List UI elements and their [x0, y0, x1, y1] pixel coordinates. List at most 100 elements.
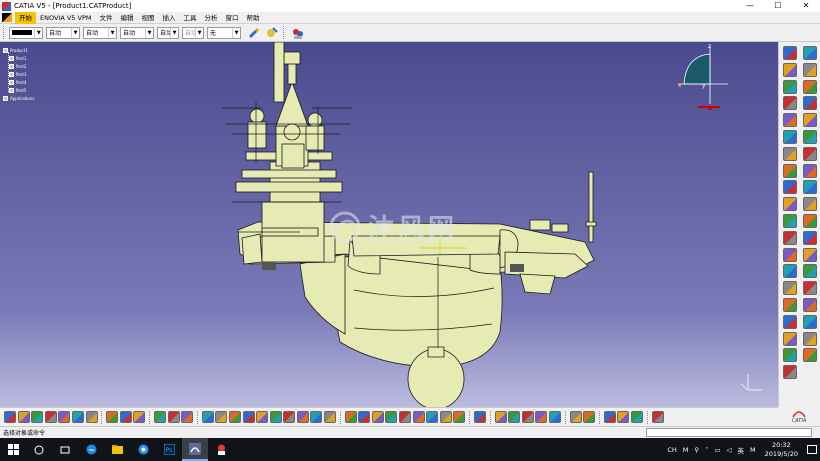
line-weight-combo[interactable]: 自动 ▼ — [83, 26, 117, 39]
toolbar-tool-icon[interactable] — [85, 411, 98, 423]
assembly-tool-icon[interactable] — [803, 348, 817, 363]
assembly-tool-icon[interactable] — [803, 331, 817, 346]
toolbar-tool-icon[interactable] — [106, 411, 119, 423]
toolbar-tool-icon[interactable] — [651, 411, 664, 423]
assembly-tool-icon[interactable] — [803, 62, 817, 77]
assembly-tool-icon[interactable] — [803, 247, 817, 262]
close-button[interactable]: ✕ — [792, 0, 820, 12]
toolbar-tool-icon[interactable] — [535, 411, 548, 423]
assembly-tool-icon[interactable] — [803, 297, 817, 312]
line-type-combo[interactable]: 自动 ▼ — [120, 26, 154, 39]
toolbar-tool-icon[interactable] — [494, 411, 507, 423]
toolbar-tool-icon[interactable] — [44, 411, 57, 423]
network-icon[interactable]: ▭ — [711, 446, 723, 454]
toolbar-tool-icon[interactable] — [4, 411, 16, 423]
assembly-tool-icon[interactable] — [783, 247, 797, 262]
assembly-tool-icon[interactable] — [803, 79, 817, 94]
layer-combo[interactable]: 无 ▼ — [207, 26, 241, 39]
assembly-tool-icon[interactable] — [783, 331, 797, 346]
assembly-tool-icon[interactable] — [783, 113, 797, 128]
toolbar-tool-icon[interactable] — [412, 411, 425, 423]
toolbar-tool-icon[interactable] — [583, 411, 596, 423]
catia-menu-logo-icon[interactable] — [2, 13, 12, 22]
toolbar-tool-icon[interactable] — [31, 411, 44, 423]
assembly-tool-icon[interactable] — [783, 163, 797, 178]
tray-ime-m2[interactable]: M — [747, 446, 759, 454]
assembly-tool-icon[interactable] — [783, 264, 797, 279]
toolbar-tool-icon[interactable] — [617, 411, 630, 423]
toolbar-tool-icon[interactable] — [242, 411, 255, 423]
menu-analyze[interactable]: 分析 — [200, 12, 221, 24]
catia-taskbar-icon[interactable] — [182, 438, 208, 461]
toolbar-tool-icon[interactable] — [71, 411, 84, 423]
properties-painter-icon[interactable] — [264, 26, 278, 40]
assembly-tool-icon[interactable] — [783, 365, 797, 380]
toolbar-tool-icon[interactable] — [344, 411, 357, 423]
search-icon[interactable] — [26, 438, 52, 461]
toolbar-tool-icon[interactable] — [119, 411, 132, 423]
assembly-tool-icon[interactable] — [803, 281, 817, 296]
toolbar-tool-icon[interactable] — [548, 411, 561, 423]
toolbar-tool-icon[interactable] — [358, 411, 371, 423]
chrome-icon[interactable] — [130, 438, 156, 461]
assembly-tool-icon[interactable] — [803, 180, 817, 195]
clock[interactable]: 20:32 2019/5/20 — [759, 441, 804, 459]
assembly-tool-icon[interactable] — [783, 96, 797, 111]
toolbar-tool-icon[interactable] — [453, 411, 466, 423]
assembly-tool-icon[interactable] — [783, 62, 797, 77]
assembly-tool-icon[interactable] — [803, 113, 817, 128]
assembly-tool-icon[interactable] — [803, 146, 817, 161]
toolbar-tool-icon[interactable] — [310, 411, 323, 423]
toolbar-tool-icon[interactable] — [17, 411, 30, 423]
toolbar-tool-icon[interactable] — [399, 411, 412, 423]
toolbar-grip[interactable] — [3, 26, 6, 39]
tray-ime-m[interactable]: M — [680, 446, 692, 454]
toolbar-tool-icon[interactable] — [167, 411, 180, 423]
assembly-tool-icon[interactable] — [803, 314, 817, 329]
toolbar-tool-icon[interactable] — [201, 411, 214, 423]
assembly-tool-icon[interactable] — [803, 197, 817, 212]
menu-help[interactable]: 帮助 — [242, 12, 263, 24]
assembly-tool-icon[interactable] — [783, 281, 797, 296]
minimize-button[interactable]: — — [736, 0, 764, 12]
assembly-tool-icon[interactable] — [783, 197, 797, 212]
volume-icon[interactable]: ◁ — [724, 446, 735, 454]
app-icon[interactable] — [208, 438, 234, 461]
menu-view[interactable]: 视图 — [137, 12, 158, 24]
assembly-tool-icon[interactable] — [803, 264, 817, 279]
transparency-combo[interactable]: 自动 ▼ — [46, 26, 80, 39]
toolbar-tool-icon[interactable] — [569, 411, 582, 423]
assembly-tool-icon[interactable] — [783, 230, 797, 245]
edge-icon[interactable] — [78, 438, 104, 461]
toolbar-tool-icon[interactable] — [508, 411, 521, 423]
assembly-tool-icon[interactable] — [803, 213, 817, 228]
start-button[interactable] — [0, 438, 26, 461]
toolbar-tool-icon[interactable] — [385, 411, 398, 423]
assembly-tool-icon[interactable] — [803, 96, 817, 111]
menu-window[interactable]: 窗口 — [221, 12, 242, 24]
toolbar-tool-icon[interactable] — [256, 411, 269, 423]
color-combo[interactable]: ▼ — [9, 26, 43, 39]
toolbar-tool-icon[interactable] — [324, 411, 337, 423]
menu-start[interactable]: 开始 — [15, 11, 36, 24]
toolbar-tool-icon[interactable] — [296, 411, 309, 423]
toolbar-tool-icon[interactable] — [439, 411, 452, 423]
assembly-tool-icon[interactable] — [783, 348, 797, 363]
assembly-tool-icon[interactable] — [783, 180, 797, 195]
toolbar-tool-icon[interactable] — [153, 411, 166, 423]
assembly-tool-icon[interactable] — [783, 46, 797, 60]
toolbar-tool-icon[interactable] — [603, 411, 616, 423]
assembly-tool-icon[interactable] — [783, 314, 797, 329]
assembly-tool-icon[interactable] — [783, 297, 797, 312]
3d-viewport[interactable]: Product1 Part1 Part2 Part3 Part4 Part5 A… — [0, 42, 778, 426]
tray-lang-en[interactable]: 英 — [735, 445, 748, 455]
format-painter-icon[interactable] — [246, 26, 260, 40]
assembly-tool-icon[interactable] — [783, 213, 797, 228]
toolbar-grip[interactable] — [283, 26, 286, 39]
assembly-tool-icon[interactable] — [803, 129, 817, 144]
photoshop-icon[interactable]: Ps — [156, 438, 182, 461]
point-combo[interactable]: 自动 ▼ — [157, 26, 179, 39]
chevron-up-icon[interactable]: ˄ — [702, 446, 711, 454]
toolbar-tool-icon[interactable] — [283, 411, 296, 423]
toolbar-tool-icon[interactable] — [58, 411, 71, 423]
